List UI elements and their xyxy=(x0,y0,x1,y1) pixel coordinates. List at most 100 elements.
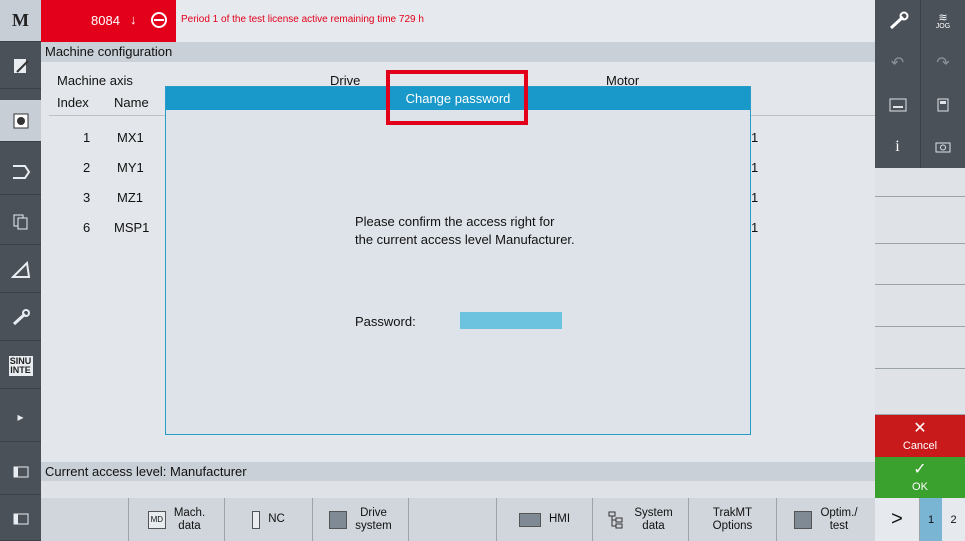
jog-mode-button[interactable]: ≋ JOG xyxy=(920,0,965,42)
softkey-empty-1[interactable] xyxy=(41,498,129,541)
page-1-button[interactable]: 1 xyxy=(920,498,942,541)
close-icon: ✕ xyxy=(913,419,927,437)
check-icon: ✓ xyxy=(913,461,927,478)
row-motor-value: 1 xyxy=(751,220,759,235)
softkey-trakmt-options[interactable]: TrakMT Options xyxy=(689,498,777,541)
system-label: System data xyxy=(634,507,672,533)
dialog-message-line1: Please confirm the access right for xyxy=(355,214,555,229)
row-index: 3 xyxy=(83,190,91,205)
row-name: MZ1 xyxy=(117,190,143,205)
softkey-empty-2[interactable] xyxy=(409,498,497,541)
status-bar: Current access level: Manufacturer xyxy=(41,462,875,481)
redo-icon[interactable]: ↷ xyxy=(920,42,965,84)
record-icon[interactable] xyxy=(0,100,41,142)
keyboard-icon[interactable] xyxy=(875,84,920,126)
softkey-hmi[interactable]: HMI xyxy=(497,498,593,541)
wrench-icon[interactable] xyxy=(875,0,920,42)
window-icon-bottom[interactable] xyxy=(0,497,41,541)
undo-icon[interactable]: ↶ xyxy=(875,42,920,84)
screenshot-icon[interactable] xyxy=(920,126,965,168)
alarm-indicator[interactable]: 8084 ↓ xyxy=(41,0,176,42)
softkey-optim-test[interactable]: Optim./test xyxy=(777,498,875,541)
vertical-softkey-2[interactable] xyxy=(875,197,965,244)
mach-label1: Mach. xyxy=(173,506,206,519)
ok-label: OK xyxy=(912,481,928,493)
setup-wrench-icon[interactable] xyxy=(0,296,41,341)
softkey-system-data[interactable]: System data xyxy=(593,498,689,541)
diagnostics-icon[interactable] xyxy=(0,248,41,293)
program-edit-icon[interactable] xyxy=(0,44,41,89)
row-name: MSP1 xyxy=(114,220,150,235)
optim-label: Optim./test xyxy=(820,507,857,533)
system-label2: data xyxy=(642,519,665,532)
license-message: Period 1 of the test license active rema… xyxy=(181,14,424,25)
page-title-bar: Machine configuration xyxy=(41,42,875,62)
hmi-label: HMI xyxy=(548,513,571,525)
md-icon-text: MD xyxy=(150,515,164,524)
tree-icon xyxy=(608,511,623,528)
row-name: MY1 xyxy=(117,160,144,175)
optim-label1: Optim./ xyxy=(820,506,858,519)
row-motor-value: 1 xyxy=(751,160,759,175)
tool-offset-icon[interactable] xyxy=(0,150,41,195)
window-frame-icon-2 xyxy=(13,513,28,524)
next-page-arrow-icon[interactable]: > xyxy=(875,498,920,541)
drive-label1: Drive xyxy=(360,506,387,519)
hmi-screen-icon xyxy=(518,512,541,527)
alarm-arrow-icon: ↓ xyxy=(130,12,137,27)
vertical-softkey-6[interactable] xyxy=(875,369,965,415)
copy-icon[interactable] xyxy=(0,200,41,245)
ok-button[interactable]: ✓ OK xyxy=(875,457,965,498)
password-input[interactable] xyxy=(460,312,562,329)
page-2-button[interactable]: 2 xyxy=(942,498,965,541)
page-title: Machine configuration xyxy=(45,44,173,59)
cancel-label: Cancel xyxy=(902,439,938,452)
wrench-icon xyxy=(12,309,30,326)
cancel-button[interactable]: ✕ Cancel xyxy=(875,415,965,457)
info-icon[interactable]: i xyxy=(875,126,920,168)
triangle-icon xyxy=(10,261,30,278)
vertical-softkey-bar-left: M SINU INTE ▸ xyxy=(0,0,41,541)
row-motor-value: 1 xyxy=(751,130,759,145)
circle-dot-icon xyxy=(13,113,28,128)
machine-logo-icon[interactable]: M xyxy=(0,0,41,42)
calculator-icon[interactable] xyxy=(920,84,965,126)
window-icon[interactable] xyxy=(0,450,41,495)
vertical-softkey-1[interactable] xyxy=(875,168,965,197)
alarm-cancel-icon[interactable] xyxy=(150,11,168,29)
softkey-nc[interactable]: NC xyxy=(225,498,313,541)
pager-arrow: > xyxy=(891,508,903,530)
system-label1: System xyxy=(634,506,673,519)
horizontal-softkey-bar: MD Mach. data NC Drive system HMI System da… xyxy=(41,498,875,541)
sinumerik-logo-text: SINU INTE xyxy=(8,356,33,376)
highlight-box xyxy=(386,70,528,125)
vertical-softkey-bar-right: ≋ JOG ↶ ↷ i ✕ Cancel ✓ OK > 1 2 xyxy=(875,0,965,541)
vertical-softkey-4[interactable] xyxy=(875,285,965,327)
page-2-label: 2 xyxy=(950,513,957,526)
status-spacer xyxy=(41,481,875,498)
bracket-arrow-icon xyxy=(12,165,30,179)
softkey-mach-data[interactable]: MD Mach. data xyxy=(129,498,225,541)
row-motor-value: 1 xyxy=(751,190,759,205)
logo-text: M xyxy=(12,10,29,30)
vertical-softkey-3[interactable] xyxy=(875,244,965,285)
dialog-message-line2: the current access level Manufacturer. xyxy=(355,232,575,247)
header-index: Index xyxy=(57,95,89,110)
softkey-drive-system[interactable]: Drive system xyxy=(313,498,409,541)
info-glyph: i xyxy=(895,138,900,155)
trakmt-label2: Options xyxy=(712,519,753,532)
optim-label2: test xyxy=(829,519,849,532)
expand-arrow-icon[interactable]: ▸ xyxy=(0,392,41,442)
password-label: Password: xyxy=(355,314,416,329)
row-index: 2 xyxy=(83,160,91,175)
trakmt-label: TrakMT Options xyxy=(713,507,753,533)
access-level-status: Current access level: Manufacturer xyxy=(45,464,247,479)
vertical-softkey-5[interactable] xyxy=(875,327,965,369)
row-name: MX1 xyxy=(117,130,144,145)
drive-label: Drive system xyxy=(355,507,391,533)
copy-pages-icon xyxy=(13,214,27,230)
sinumerik-logo-icon[interactable]: SINU INTE xyxy=(0,344,41,389)
document-pen-icon xyxy=(13,59,29,73)
drive-label2: system xyxy=(355,519,392,532)
mach-label2: data xyxy=(178,519,201,532)
